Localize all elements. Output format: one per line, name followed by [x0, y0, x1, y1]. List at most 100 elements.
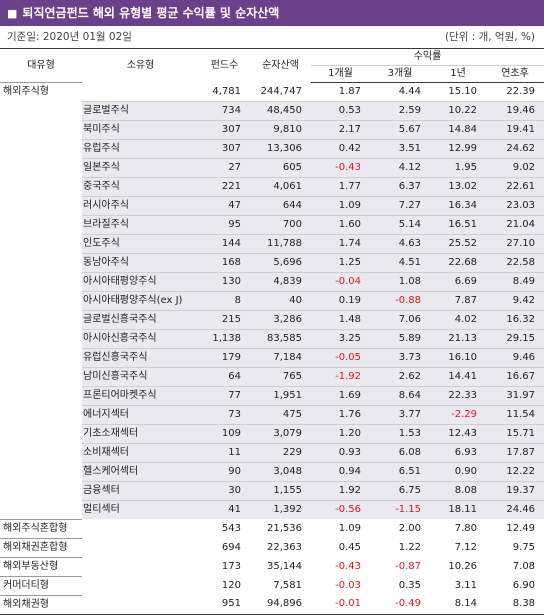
- return-1y-cell: 6.69: [430, 272, 486, 292]
- net-assets-cell: 3,048: [250, 462, 311, 482]
- main-type-cell: [0, 444, 82, 463]
- fund-count-cell: 77: [199, 386, 250, 406]
- return-3m-cell: 5.67: [370, 120, 430, 140]
- net-assets-cell: 13,306: [250, 139, 311, 159]
- fund-count-cell: 27: [199, 158, 250, 178]
- return-1m-cell: -0.43: [311, 158, 370, 178]
- fund-count-cell: 11: [199, 443, 250, 463]
- return-1y-cell: -2.29: [430, 405, 486, 425]
- return-1m-cell: -0.05: [311, 348, 370, 368]
- net-assets-cell: 5,696: [250, 253, 311, 273]
- fund-count-cell: 4,781: [212, 85, 241, 97]
- sub-type-cell: 일본주식: [82, 158, 199, 178]
- return-1m-cell: 0.45: [338, 541, 361, 553]
- return-3m-cell: 2.62: [370, 367, 430, 387]
- return-1m-cell: 3.25: [311, 329, 370, 349]
- return-3m-cell: 4.51: [370, 253, 430, 273]
- return-ytd-cell: 11.54: [486, 405, 544, 425]
- table-row: 브라질주식 95 700 1.60 5.14 16.51 21.04: [0, 215, 544, 235]
- header-ytd: 연초후: [486, 65, 544, 83]
- sub-type-cell: 브라질주식: [82, 215, 199, 235]
- sub-type-cell: [82, 519, 199, 538]
- table-row: 중국주식 221 4,061 1.77 6.37 13.02 22.61: [0, 177, 544, 197]
- fund-count-cell: 221: [199, 177, 250, 197]
- return-3m-cell: -1.15: [370, 500, 430, 519]
- return-ytd-cell: 22.58: [486, 253, 544, 273]
- return-3m-cell: 1.53: [370, 424, 430, 444]
- return-1y-cell: 7.12: [454, 541, 477, 553]
- sub-type-cell: 아시아신흥국주식: [82, 329, 199, 349]
- return-ytd-cell: 19.41: [486, 120, 544, 140]
- sub-type-cell: 금융섹터: [82, 481, 199, 501]
- return-3m-cell: 3.51: [370, 139, 430, 159]
- return-3m-cell: 4.44: [398, 86, 421, 97]
- return-ytd-cell: 31.97: [486, 386, 544, 406]
- net-assets-cell: 7,184: [250, 348, 311, 368]
- table-row: 기초소재섹터 109 3,079 1.20 1.53 12.43 15.71: [0, 424, 544, 444]
- return-1m-cell: 1.09: [311, 196, 370, 216]
- header-main-type: 대유형: [0, 48, 82, 83]
- fund-count-cell: 8: [199, 291, 250, 311]
- return-1y-cell: 12.99: [430, 139, 486, 159]
- return-ytd-cell: 8.49: [486, 272, 544, 292]
- header-3-month: 3개월: [370, 65, 430, 83]
- table-row: 해외부동산형 173 35,144 -0.43 -0.87 10.26 7.08: [0, 556, 544, 576]
- return-1y-cell: 16.51: [430, 215, 486, 235]
- base-date: 기준일: 2020년 01월 02일: [7, 31, 132, 43]
- sub-type-cell: [82, 83, 199, 102]
- return-1y-cell: 3.11: [454, 579, 477, 591]
- sub-type-cell: 유럽신흥국주식: [82, 348, 199, 368]
- main-type-cell: [0, 216, 82, 235]
- return-3m-cell: 7.27: [370, 196, 430, 216]
- fund-count-cell: 173: [221, 560, 241, 572]
- net-assets-cell: 244,747: [260, 85, 302, 97]
- fund-count-cell: 1,138: [199, 329, 250, 349]
- sub-type-cell: 아시아태평양주식: [82, 272, 199, 292]
- table-row: 남미신흥국주식 64 765 -1.92 2.62 14.41 16.67: [0, 367, 544, 387]
- return-ytd-cell: 7.08: [512, 560, 536, 572]
- return-ytd-cell: 9.75: [512, 541, 536, 553]
- net-assets-cell: 83,585: [250, 329, 311, 349]
- fund-count-cell: 47: [199, 196, 250, 216]
- main-type-cell: 해외채권혼합형: [0, 537, 82, 557]
- net-assets-cell: 94,896: [250, 595, 311, 615]
- main-type-cell: [0, 197, 82, 216]
- table-row: 글로벌주식 734 48,450 0.53 2.59 10.22 19.46: [0, 101, 544, 121]
- fund-count-cell: 694: [221, 541, 241, 553]
- return-ytd-cell: 22.61: [486, 177, 544, 197]
- header-1-year: 1년: [430, 65, 486, 83]
- sub-type-cell: 인도주식: [82, 234, 199, 254]
- sub-type-cell: 멀티섹터: [82, 500, 199, 519]
- return-1m-cell: -1.92: [311, 367, 370, 387]
- main-type-cell: 해외부동산형: [0, 556, 82, 576]
- sub-type-cell: [82, 595, 199, 615]
- net-assets-cell: 21,536: [267, 522, 302, 534]
- table-row: 해외주식형 4,781 244,747 1.87 4.44 15.10 22.39: [0, 82, 544, 102]
- return-1m-cell: -0.03: [335, 579, 361, 591]
- return-ytd-cell: 6.90: [512, 579, 536, 591]
- header-fund-count: 펀드수: [199, 48, 250, 83]
- sub-type-cell: 동남아주식: [82, 253, 199, 273]
- table-row: 동남아주식 168 5,696 1.25 4.51 22.68 22.58: [0, 253, 544, 273]
- fund-count-cell: 95: [199, 215, 250, 235]
- return-ytd-cell: 27.10: [486, 234, 544, 254]
- return-3m-cell: 2.00: [398, 522, 421, 534]
- table-row: 헬스케어섹터 90 3,048 0.94 6.51 0.90 12.22: [0, 462, 544, 482]
- return-ytd-cell: 23.03: [486, 196, 544, 216]
- fund-count-cell: 120: [221, 579, 241, 591]
- return-1y-cell: 25.52: [430, 234, 486, 254]
- table-row: 멀티섹터 41 1,392 -0.56 -1.15 18.11 24.46: [0, 500, 544, 519]
- table-row: 해외채권형 951 94,896 -0.01 -0.49 8.14 8.38: [0, 594, 544, 615]
- net-assets-cell: 7,581: [273, 579, 302, 591]
- return-1m-cell: -0.04: [311, 272, 370, 292]
- table-row: 글로벌신흥국주식 215 3,286 1.48 7.06 4.02 16.32: [0, 310, 544, 330]
- sub-type-cell: 아시아태평양주식(ex J): [82, 291, 199, 311]
- return-3m-cell: 1.08: [370, 272, 430, 292]
- return-1m-cell: 1.25: [311, 253, 370, 273]
- return-ytd-cell: 19.37: [486, 481, 544, 501]
- return-ytd-cell: 16.67: [486, 367, 544, 387]
- main-type-cell: [0, 292, 82, 311]
- net-assets-cell: 35,144: [267, 560, 302, 572]
- table-row: 북미주식 307 9,810 2.17 5.67 14.84 19.41: [0, 120, 544, 140]
- net-assets-cell: 700: [250, 215, 311, 235]
